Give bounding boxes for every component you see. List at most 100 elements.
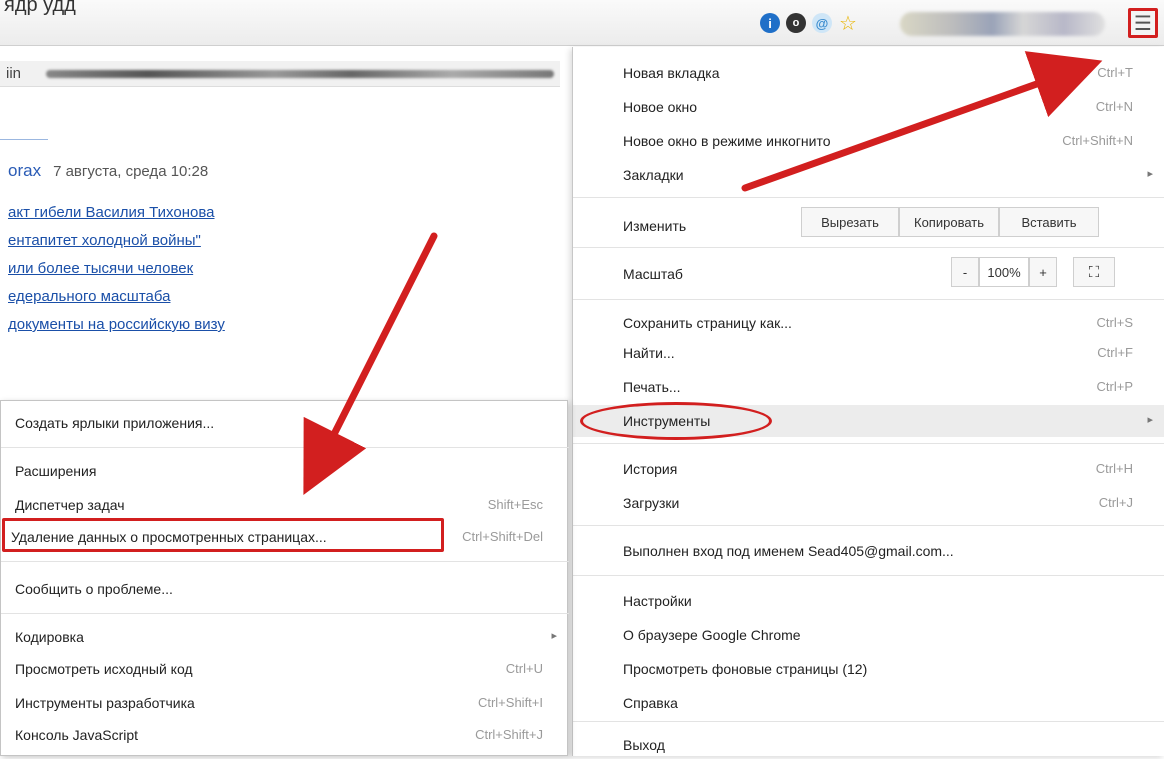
submenu-item-js-console[interactable]: Консоль JavaScript Ctrl+Shift+J <box>1 721 569 749</box>
submenu-item-encoding[interactable]: Кодировка ▸ <box>1 623 569 651</box>
menu-label: Загрузки <box>623 495 680 511</box>
menu-item-help[interactable]: Справка <box>573 689 1164 717</box>
separator <box>573 247 1164 248</box>
menu-item-exit[interactable]: Выход <box>573 731 1164 759</box>
highlight-rectangle <box>2 518 444 552</box>
menu-item-background-pages[interactable]: Просмотреть фоновые страницы (12) <box>573 655 1164 683</box>
menu-item-new-window[interactable]: Новое окно Ctrl+N <box>573 93 1164 121</box>
menu-item-history[interactable]: История Ctrl+H <box>573 455 1164 483</box>
tools-submenu: Создать ярлыки приложения... Расширения … <box>0 400 569 756</box>
browser-toolbar: ядр удд i o @ ☆ ☰ <box>0 0 1164 46</box>
cropped-title-text: ядр удд <box>4 0 76 16</box>
menu-label: Просмотреть исходный код <box>15 661 193 677</box>
bookmark-star-icon[interactable]: ☆ <box>838 13 858 35</box>
menu-item-incognito[interactable]: Новое окно в режиме инкогнито Ctrl+Shift… <box>573 127 1164 155</box>
info-icon[interactable]: i <box>760 13 780 33</box>
fullscreen-icon[interactable]: ⛶ <box>1073 257 1115 287</box>
submenu-item-report-issue[interactable]: Сообщить о проблеме... <box>1 575 569 603</box>
news-link[interactable]: едерального масштаба <box>8 283 225 311</box>
menu-label: Настройки <box>623 593 692 609</box>
menu-label: Создать ярлыки приложения... <box>15 415 215 431</box>
menu-label: Расширения <box>15 463 97 479</box>
swirl-icon[interactable]: @ <box>812 13 832 33</box>
menu-label: Изменить <box>623 218 687 234</box>
partial-label: iin <box>6 65 22 82</box>
shortcut: Ctrl+Shift+I <box>477 695 543 710</box>
menu-label: О браузере Google Chrome <box>623 627 801 643</box>
menu-label: Найти... <box>623 345 675 361</box>
paste-button[interactable]: Вставить <box>999 207 1099 237</box>
separator <box>573 721 1164 722</box>
separator <box>573 443 1164 444</box>
menu-item-about[interactable]: О браузере Google Chrome <box>573 621 1164 649</box>
news-link[interactable]: или более тысячи человек <box>8 255 225 283</box>
menu-label: Справка <box>623 695 678 711</box>
highlight-ellipse <box>580 402 772 440</box>
menu-label: Просмотреть фоновые страницы (12) <box>623 661 868 677</box>
submenu-arrow-icon: ▸ <box>551 630 557 642</box>
separator <box>1 561 569 562</box>
submenu-item-dev-tools[interactable]: Инструменты разработчика Ctrl+Shift+I <box>1 689 569 717</box>
submenu-item-task-manager[interactable]: Диспетчер задач Shift+Esc <box>1 491 569 519</box>
menu-label: Печать... <box>623 379 681 395</box>
menu-label: Новая вкладка <box>623 65 720 81</box>
headline-date: 7 августа, среда 10:28 <box>53 163 209 180</box>
headline-text: orax <box>8 161 42 180</box>
menu-item-save-page[interactable]: Сохранить страницу как... Ctrl+S <box>573 309 1164 337</box>
menu-item-settings[interactable]: Настройки <box>573 587 1164 615</box>
cut-button[interactable]: Вырезать <box>801 207 899 237</box>
submenu-item-view-source[interactable]: Просмотреть исходный код Ctrl+U <box>1 655 569 683</box>
submenu-item-app-shortcuts[interactable]: Создать ярлыки приложения... <box>1 409 569 437</box>
separator <box>573 575 1164 576</box>
menu-label: Кодировка <box>15 629 84 645</box>
hamburger-menu-icon[interactable]: ☰ <box>1128 8 1158 38</box>
news-headline: orax 7 августа, среда 10:28 <box>8 161 208 181</box>
menu-label: Закладки <box>623 167 684 183</box>
separator <box>573 525 1164 526</box>
separator <box>573 299 1164 300</box>
menu-item-new-tab[interactable]: Новая вкладка Ctrl+T <box>573 59 1164 87</box>
menu-item-print[interactable]: Печать... Ctrl+P <box>573 373 1164 401</box>
web-page: iin orax 7 августа, среда 10:28 акт гибел… <box>0 47 580 407</box>
news-link[interactable]: документы на российскую визу <box>8 311 225 339</box>
shortcut: Ctrl+P <box>1096 379 1133 394</box>
news-link[interactable]: акт гибели Василия Тихонова <box>8 199 225 227</box>
separator <box>1 613 569 614</box>
menu-item-bookmarks[interactable]: Закладки ▸ <box>573 161 1164 189</box>
menu-label: Сообщить о проблеме... <box>15 581 173 597</box>
submenu-arrow-icon: ▸ <box>1147 168 1153 180</box>
shortcut: Ctrl+Shift+Del <box>462 529 543 544</box>
submenu-item-extensions[interactable]: Расширения <box>1 457 569 485</box>
shortcut: Ctrl+F <box>1097 345 1133 360</box>
shortcut: Ctrl+S <box>1096 315 1133 330</box>
divider <box>0 139 48 140</box>
menu-label: История <box>623 461 678 477</box>
menu-label: Выполнен вход под именем Sead405@gmail.c… <box>623 543 954 559</box>
menu-label: Диспетчер задач <box>15 497 125 513</box>
menu-label: Масштаб <box>623 266 683 282</box>
menu-label: Выход <box>623 737 665 753</box>
zoom-out-button[interactable]: - <box>951 257 979 287</box>
zoom-level: 100% <box>979 257 1029 287</box>
blurred-address-bar: iin <box>0 61 560 87</box>
blurred-extensions <box>900 12 1105 36</box>
shortcut: Ctrl+T <box>1097 65 1133 80</box>
extension-icons: i o @ ☆ <box>760 10 858 36</box>
menu-label: Новое окно <box>623 99 698 115</box>
submenu-arrow-icon: ▸ <box>1147 414 1153 426</box>
menu-item-signed-in[interactable]: Выполнен вход под именем Sead405@gmail.c… <box>573 537 1164 565</box>
menu-label: Новое окно в режиме инкогнито <box>623 133 831 149</box>
separator <box>573 197 1164 198</box>
shortcut: Ctrl+H <box>1095 461 1133 476</box>
zoom-in-button[interactable]: + <box>1029 257 1057 287</box>
separator <box>1 447 569 448</box>
copy-button[interactable]: Копировать <box>899 207 999 237</box>
menu-item-downloads[interactable]: Загрузки Ctrl+J <box>573 489 1164 517</box>
blurred-text <box>46 70 554 78</box>
news-link[interactable]: ентапитет холодной войны" <box>8 227 225 255</box>
dark-circle-icon[interactable]: o <box>786 13 806 33</box>
menu-item-find[interactable]: Найти... Ctrl+F <box>573 339 1164 367</box>
shortcut: Ctrl+N <box>1095 99 1133 114</box>
menu-label: Консоль JavaScript <box>15 727 139 743</box>
menu-label: Сохранить страницу как... <box>623 315 792 331</box>
